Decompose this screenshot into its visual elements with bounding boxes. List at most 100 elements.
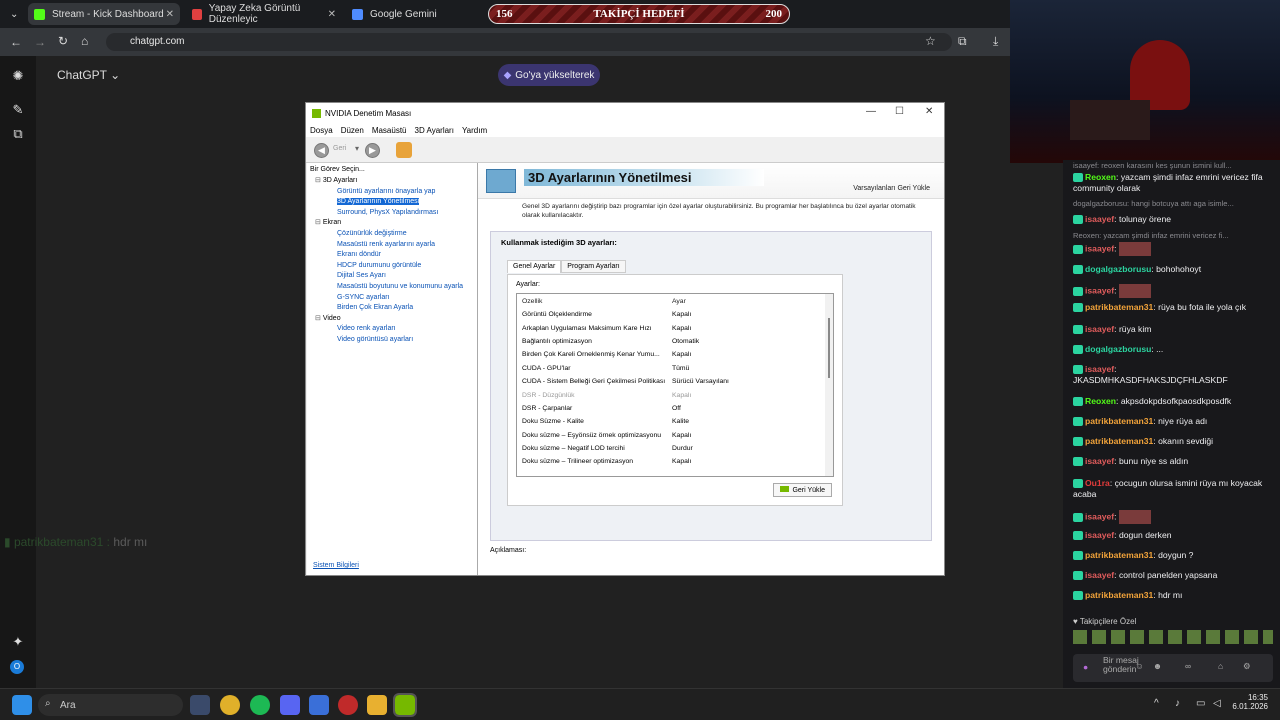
back-icon[interactable]: ← <box>10 35 22 49</box>
forward-icon[interactable]: → <box>34 35 46 49</box>
chat-input[interactable]: ● Bir mesaj gönderin ☺ ☻ ∞ ⌂ ⚙ <box>1073 654 1273 682</box>
chat-username[interactable]: isaayef <box>1085 214 1114 224</box>
settings-row[interactable]: Doku Süzme - Kalite Kalite <box>517 415 833 428</box>
emote-picker-icon[interactable]: ☺ <box>1135 661 1144 672</box>
tab-google-gemini[interactable]: Google Gemini <box>346 3 486 25</box>
clock[interactable]: 16:35 6.01.2026 <box>1230 693 1268 711</box>
settings-row[interactable]: Bağlantılı optimizasyon Otomatik <box>517 335 833 348</box>
chat-username[interactable]: isaayef <box>1085 285 1114 295</box>
chat-username[interactable]: dogalgazborusu <box>1085 264 1151 274</box>
tree-item[interactable]: G-SYNC ayarları <box>307 293 477 304</box>
chat-username[interactable]: isaayef <box>1085 570 1114 580</box>
chatgpt-model-selector[interactable]: ChatGPT ⌄ <box>57 68 120 82</box>
close-tab-icon[interactable]: ✕ <box>166 9 174 20</box>
settings-row[interactable]: Arkaplan Uygulaması Maksimum Kare Hızı Ka… <box>517 321 833 334</box>
tree-category[interactable]: Video <box>307 314 477 325</box>
chat-username[interactable]: dogalgazborusu <box>1085 344 1151 354</box>
avatar[interactable]: O <box>10 660 24 674</box>
menu-edit[interactable]: Düzen <box>341 126 364 135</box>
obs-icon[interactable] <box>338 695 358 715</box>
settings-row[interactable]: DSR - Çarpanlar Off <box>517 402 833 415</box>
menu-help[interactable]: Yardım <box>462 126 487 135</box>
chrome-icon[interactable] <box>220 695 240 715</box>
tree-item[interactable]: Video görüntüsü ayarları <box>307 335 477 346</box>
tab-image-editor[interactable]: Yapay Zeka Görüntü Düzenleyic ✕ <box>186 3 342 25</box>
chat-username[interactable]: Reoxen <box>1085 172 1116 182</box>
nvidia-taskbar-icon[interactable] <box>393 693 417 717</box>
chat-username[interactable]: patrikbateman31 <box>1085 436 1153 446</box>
menu-3d-settings[interactable]: 3D Ayarları <box>415 126 454 135</box>
tree-item[interactable]: Surround, PhysX Yapılandırması <box>307 208 477 219</box>
menu-file[interactable]: Dosya <box>310 126 333 135</box>
new-chat-icon[interactable]: ✎ <box>10 102 26 118</box>
chat-username[interactable]: patrikbateman31 <box>1085 302 1153 312</box>
scrollbar-thumb[interactable] <box>828 318 830 378</box>
tab-global-settings[interactable]: Genel Ayarlar <box>507 260 562 273</box>
minimize-button[interactable]: — <box>866 106 876 117</box>
tree-item[interactable]: Çözünürlük değiştirme <box>307 229 477 240</box>
chat-username[interactable]: patrikbateman31 <box>1085 550 1153 560</box>
bookmark-star-icon[interactable]: ☆ <box>925 34 936 48</box>
tree-item[interactable]: Birden Çok Ekran Ayarla <box>307 303 477 314</box>
home-icon[interactable]: ⌂ <box>81 34 88 48</box>
windows-start-icon[interactable] <box>12 695 32 715</box>
tab-kick-dashboard[interactable]: Stream - Kick Dashboard ✕ <box>28 3 180 25</box>
extensions-icon[interactable]: ⧉ <box>958 34 967 49</box>
tree-item[interactable]: Masaüstü boyutunu ve konumunu ayarla <box>307 282 477 293</box>
settings-row[interactable]: Doku süzme – Negatif LOD tercihi Durdur <box>517 442 833 455</box>
file-explorer-icon[interactable] <box>367 695 387 715</box>
emote-row[interactable] <box>1073 630 1273 644</box>
store-icon[interactable]: ⌂ <box>1218 661 1223 672</box>
tree-item[interactable]: Masaüstü renk ayarlarını ayarla <box>307 240 477 251</box>
speaker-icon[interactable]: ◁ <box>1213 698 1221 709</box>
maximize-button[interactable]: ☐ <box>895 106 904 117</box>
tree-item[interactable]: Dijital Ses Ayarı <box>307 271 477 282</box>
settings-row[interactable]: Doku süzme – Eşyönsüz örnek optimizasyon… <box>517 429 833 442</box>
steam-icon[interactable] <box>190 695 210 715</box>
settings-row[interactable]: CUDA - GPU'lar Tümü <box>517 362 833 375</box>
settings-row[interactable]: CUDA - Sistem Belleği Geri Çekilmesi Pol… <box>517 375 833 388</box>
chat-username[interactable]: patrikbateman31 <box>1085 416 1153 426</box>
chat-username[interactable]: isaayef <box>1085 324 1114 334</box>
sparkle-icon[interactable]: ✦ <box>10 634 26 650</box>
menu-desktop[interactable]: Masaüstü <box>372 126 407 135</box>
mic-tray-icon[interactable]: ♪ <box>1175 698 1180 709</box>
emoji-icon[interactable]: ☻ <box>1153 661 1162 672</box>
back-button[interactable]: ◀ <box>314 143 329 158</box>
list-scrollbar[interactable] <box>825 294 833 476</box>
openai-logo-icon[interactable]: ✺ <box>10 68 26 84</box>
chat-username[interactable]: isaayef <box>1085 530 1114 540</box>
settings-list[interactable]: Özellik Ayar Görüntü Ölçeklendirme Kapalı… <box>516 293 834 477</box>
tab-program-settings[interactable]: Program Ayarları <box>561 260 626 273</box>
taskbar-search[interactable]: ⌕ Ara <box>38 694 183 716</box>
settings-row[interactable]: Doku süzme – Trilineer optimizasyon Kapal… <box>517 455 833 468</box>
app-icon[interactable] <box>309 695 329 715</box>
tree-item[interactable]: 3D Ayarlarının Yönetilmesi <box>307 197 477 208</box>
close-button[interactable]: ✕ <box>925 106 933 117</box>
mic-icon[interactable]: ● <box>1083 662 1088 673</box>
chat-username[interactable]: isaayef <box>1085 364 1114 374</box>
gear-icon[interactable]: ⚙ <box>1243 661 1251 672</box>
restore-defaults-link[interactable]: Varsayılanları Geri Yükle <box>853 185 930 192</box>
url-field[interactable]: chatgpt.com <box>106 33 952 51</box>
discord-icon[interactable] <box>280 695 300 715</box>
chat-username[interactable]: Ou1ra <box>1085 478 1110 488</box>
tree-category[interactable]: 3D Ayarları <box>307 176 477 187</box>
close-tab-icon[interactable]: ✕ <box>328 9 336 20</box>
tree-item[interactable]: Ekranı döndür <box>307 250 477 261</box>
display-icon[interactable]: ▭ <box>1196 698 1205 709</box>
back-dropdown-icon[interactable]: ▾ <box>355 144 359 153</box>
tree-category[interactable]: Ekran <box>307 218 477 229</box>
bits-icon[interactable]: ∞ <box>1185 661 1191 672</box>
home-icon[interactable] <box>396 142 412 158</box>
library-icon[interactable]: ⧉ <box>10 126 26 142</box>
upgrade-button[interactable]: ◆ Go'ya yükselterek <box>498 64 600 86</box>
chevron-up-icon[interactable]: ^ <box>1154 698 1159 709</box>
tree-item[interactable]: Video renk ayarları <box>307 324 477 335</box>
chat-username[interactable]: isaayef <box>1085 511 1114 521</box>
settings-row[interactable]: DSR - Düzgünlük Kapalı <box>517 388 833 401</box>
tree-item[interactable]: HDCP durumunu görüntüle <box>307 261 477 272</box>
chat-username[interactable]: Reoxen <box>1085 396 1116 406</box>
settings-row[interactable]: Görüntü Ölçeklendirme Kapalı <box>517 308 833 321</box>
forward-button[interactable]: ▶ <box>365 143 380 158</box>
